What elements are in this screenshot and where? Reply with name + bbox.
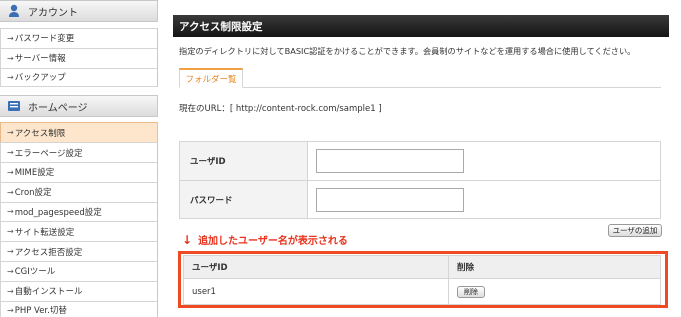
arrow-right-icon: → — [7, 247, 14, 257]
user-id-cell — [308, 142, 660, 180]
arrow-right-icon: → — [7, 148, 14, 158]
header-user-id: ユーザID — [184, 256, 449, 278]
sidebar-item-label: MIME設定 — [14, 168, 55, 179]
homepage-section-title: ホームページ — [28, 102, 88, 114]
tab-folder-list[interactable]: フォルダー覧 — [179, 68, 243, 88]
homepage-menu: → アクセス制限 → エラーページ設定 → MIME設定 → Cron設定 → mod_p… — [0, 122, 158, 317]
arrow-right-icon: → — [7, 286, 14, 296]
arrow-down-icon: ↓ — [182, 232, 193, 247]
current-url: 現在のURL：[ http://content-rock.com/sample1… — [179, 104, 382, 114]
sidebar-item-label: パスワード変更 — [14, 34, 75, 45]
user-id-row: ユーザID — [180, 142, 660, 180]
cell-delete: 削除 — [449, 279, 660, 304]
user-id-input[interactable] — [316, 149, 464, 173]
sidebar-item-auto-install[interactable]: → 自動インストール — [0, 280, 157, 301]
sidebar-item-label: エラーページ設定 — [14, 148, 83, 159]
page-title: アクセス制限設定 — [173, 15, 669, 37]
tab-bar: フォルダー覧 — [179, 66, 661, 88]
sidebar-item-label: バックアップ — [14, 73, 66, 84]
account-section-header: アカウント — [0, 0, 158, 22]
sidebar-item-label: アクセス拒否設定 — [14, 247, 83, 258]
arrow-right-icon: → — [7, 53, 14, 63]
password-label: パスワード — [180, 181, 308, 218]
sidebar-item-mod-pagespeed[interactable]: → mod_pagespeed設定 — [0, 201, 157, 222]
password-input[interactable] — [316, 187, 464, 212]
sidebar-item-site-redirect[interactable]: → サイト転送設定 — [0, 221, 157, 242]
header-delete: 削除 — [457, 263, 475, 273]
sidebar: アカウント → パスワード変更 → サーバー情報 → バックアップ ホームページ → ア… — [0, 0, 158, 317]
sidebar-item-label: サーバー情報 — [14, 54, 66, 65]
sidebar-item-label: アクセス制限 — [14, 128, 66, 139]
user-id-label: ユーザID — [180, 142, 308, 180]
sidebar-item-access-restriction[interactable]: → アクセス制限 — [0, 122, 157, 143]
arrow-right-icon: → — [7, 72, 14, 82]
sidebar-item-cron[interactable]: → Cron設定 — [0, 181, 157, 202]
arrow-right-icon: → — [7, 187, 14, 197]
table-header: ユーザID 削除 — [184, 256, 660, 278]
main-panel: アクセス制限設定 指定のディレクトリに対してBASIC認証をかけることができます… — [173, 15, 669, 114]
arrow-right-icon: → — [7, 305, 14, 315]
user-table: ユーザID 削除 user1 削除 — [183, 255, 661, 305]
sidebar-item-label: mod_pagespeed設定 — [14, 207, 102, 218]
sidebar-item-server-info[interactable]: → サーバー情報 — [0, 47, 157, 68]
sidebar-item-label: CGIツール — [14, 267, 56, 278]
book-icon — [6, 98, 22, 114]
sidebar-item-access-deny[interactable]: → アクセス拒否設定 — [0, 241, 157, 261]
homepage-section-header: ホームページ — [0, 95, 158, 118]
sidebar-item-label: Cron設定 — [14, 188, 52, 199]
sidebar-item-password-change[interactable]: → パスワード変更 — [0, 28, 157, 48]
arrow-right-icon: → — [7, 167, 14, 177]
user-form: ユーザID パスワード — [179, 141, 661, 219]
sidebar-item-error-page[interactable]: → エラーページ設定 — [0, 142, 157, 162]
arrow-right-icon: → — [7, 227, 14, 237]
account-menu: → パスワード変更 → サーバー情報 → バックアップ — [0, 28, 158, 88]
annotation-text: 追加したユーザー名が表示される — [198, 236, 348, 247]
sidebar-item-mime[interactable]: → MIME設定 — [0, 161, 157, 182]
user-icon — [6, 3, 22, 19]
page-description: 指定のディレクトリに対してBASIC認証をかけることができます。会員制のサイトな… — [179, 46, 636, 56]
cell-user-id: user1 — [184, 279, 449, 304]
password-row: パスワード — [180, 180, 660, 218]
password-cell — [308, 181, 660, 218]
account-section-title: アカウント — [28, 7, 78, 19]
arrow-right-icon: → — [7, 33, 14, 43]
sidebar-item-label: 自動インストール — [14, 287, 83, 298]
arrow-right-icon: → — [7, 266, 14, 276]
sidebar-item-backup[interactable]: → バックアップ — [0, 67, 157, 88]
table-row: user1 削除 — [184, 278, 660, 304]
arrow-right-icon: → — [7, 128, 14, 138]
sidebar-item-cgi-tools[interactable]: → CGIツール — [0, 260, 157, 281]
arrow-right-icon: → — [7, 207, 14, 217]
delete-button[interactable]: 削除 — [457, 285, 485, 298]
sidebar-item-label: PHP Ver.切替 — [14, 306, 67, 317]
add-user-button[interactable]: ユーザの追加 — [608, 224, 662, 237]
annotation: ↓ 追加したユーザー名が表示される — [182, 232, 348, 248]
sidebar-item-label: サイト転送設定 — [14, 227, 75, 238]
sidebar-item-php-version[interactable]: → PHP Ver.切替 — [0, 300, 157, 317]
